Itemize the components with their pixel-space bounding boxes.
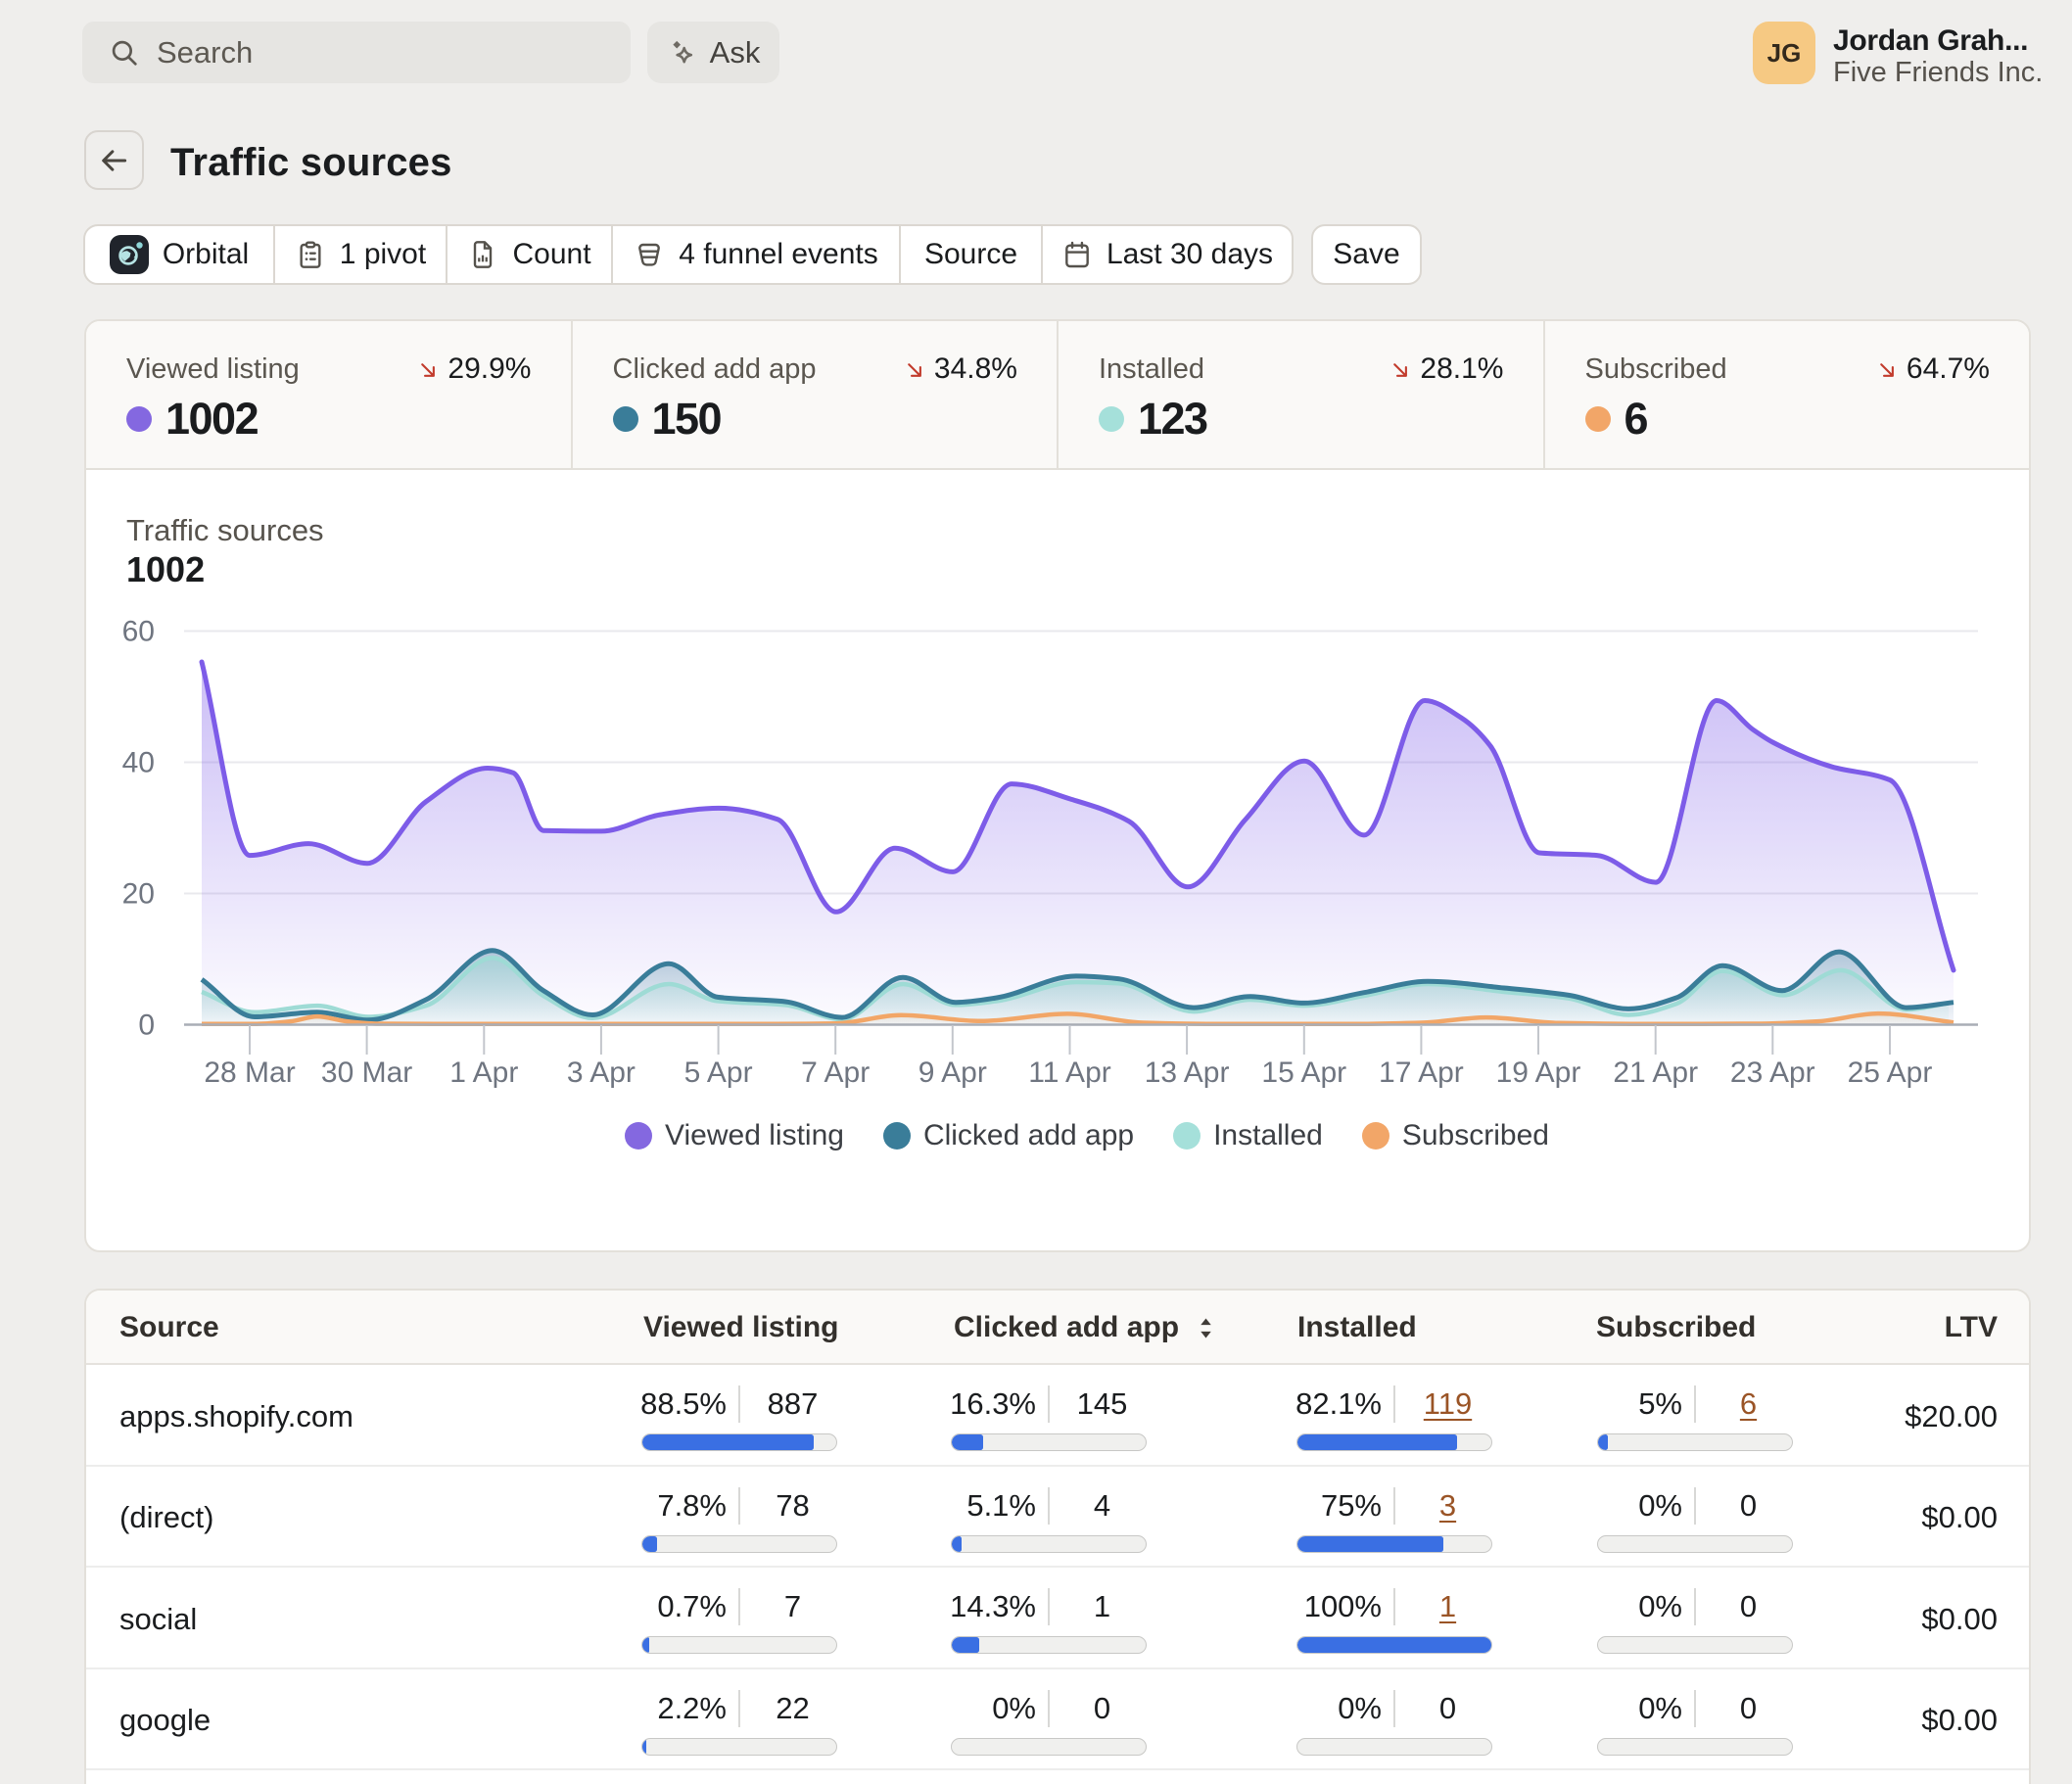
svg-text:5 Apr: 5 Apr [684, 1056, 753, 1089]
svg-text:23 Apr: 23 Apr [1730, 1056, 1815, 1089]
svg-text:15 Apr: 15 Apr [1261, 1056, 1346, 1089]
svg-text:3 Apr: 3 Apr [567, 1056, 636, 1089]
svg-text:1 Apr: 1 Apr [449, 1056, 518, 1089]
svg-text:19 Apr: 19 Apr [1496, 1056, 1581, 1089]
svg-text:0: 0 [138, 1009, 155, 1042]
svg-text:20: 20 [122, 878, 155, 911]
svg-text:13 Apr: 13 Apr [1145, 1056, 1230, 1089]
svg-text:21 Apr: 21 Apr [1613, 1056, 1698, 1089]
svg-text:25 Apr: 25 Apr [1848, 1056, 1933, 1089]
svg-text:40: 40 [122, 747, 155, 779]
svg-text:7 Apr: 7 Apr [801, 1056, 870, 1089]
svg-text:28 Mar: 28 Mar [204, 1056, 295, 1089]
svg-text:60: 60 [122, 616, 155, 648]
svg-text:9 Apr: 9 Apr [918, 1056, 987, 1089]
svg-text:11 Apr: 11 Apr [1028, 1056, 1111, 1089]
svg-text:30 Mar: 30 Mar [321, 1056, 412, 1089]
svg-text:17 Apr: 17 Apr [1379, 1056, 1464, 1089]
